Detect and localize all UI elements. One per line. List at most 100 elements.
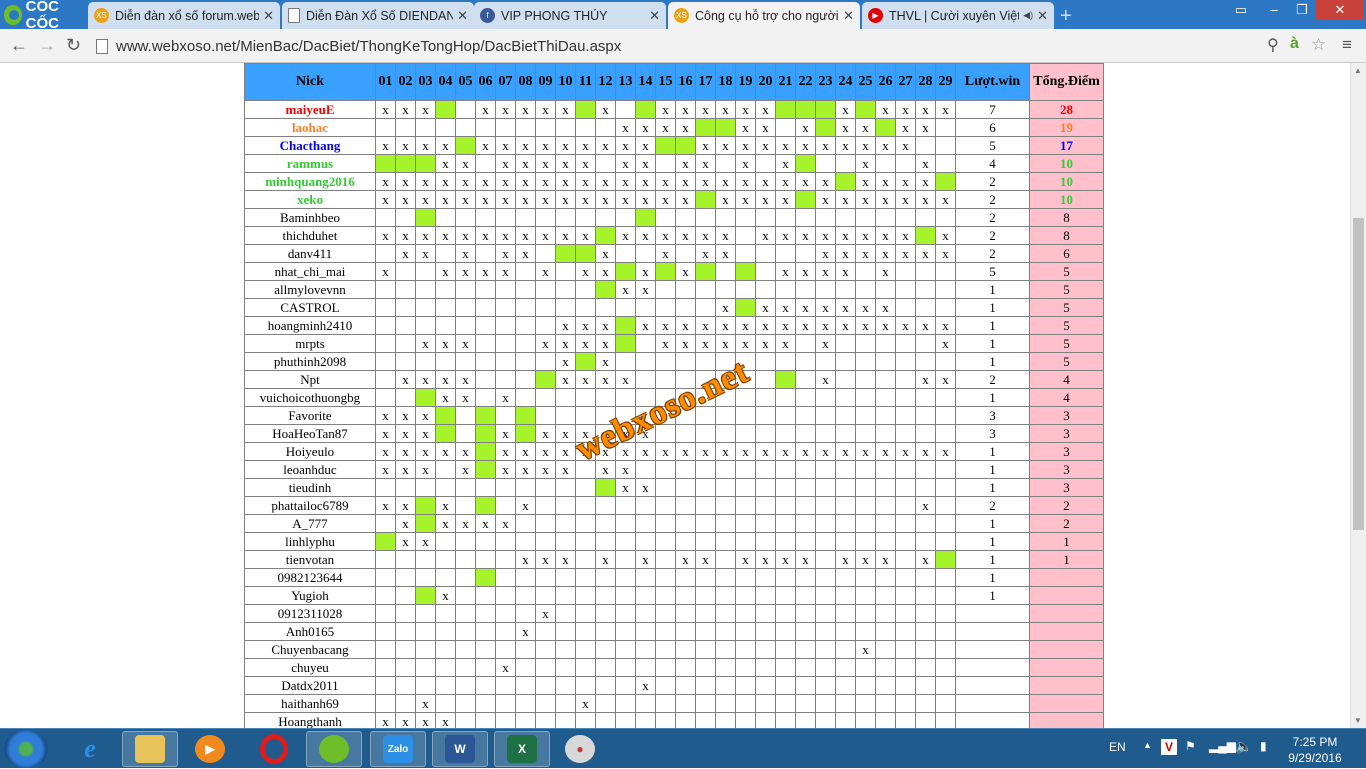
tab-close-icon[interactable]: ✕: [843, 8, 854, 24]
clock[interactable]: 7:25 PM 9/29/2016: [1280, 734, 1350, 766]
empty-cell: [895, 496, 916, 515]
tab-close-icon[interactable]: ✕: [1037, 8, 1048, 24]
empty-cell: [415, 568, 436, 587]
forward-icon[interactable]: →: [38, 35, 56, 56]
empty-cell: [855, 370, 876, 389]
empty-cell: [795, 694, 816, 713]
show-hidden-icons-icon[interactable]: ▲: [1143, 740, 1152, 750]
empty-cell: [535, 622, 556, 641]
empty-cell: [715, 208, 736, 227]
empty-cell: [715, 694, 736, 713]
empty-cell: [635, 496, 656, 515]
empty-cell: [575, 388, 596, 407]
network-signal-icon[interactable]: ▂▄▆: [1209, 739, 1236, 753]
explorer-taskbar-item[interactable]: [122, 731, 178, 767]
account-icon[interactable]: ▭: [1228, 0, 1254, 20]
pick-cell: x: [735, 334, 756, 353]
empty-cell: [515, 712, 536, 728]
new-tab-button[interactable]: +: [1060, 5, 1072, 28]
empty-cell: [835, 478, 856, 497]
empty-cell: [875, 334, 896, 353]
empty-cell: [375, 622, 396, 641]
pick-cell: x: [435, 190, 456, 209]
table-row: chuyeu x: [244, 658, 1104, 677]
pick-cell: x: [675, 190, 696, 209]
empty-cell: [755, 586, 776, 605]
empty-cell: [475, 208, 496, 227]
pick-cell: x: [915, 244, 936, 263]
browser-tab[interactable]: f VIP PHONG THỦY ✕: [474, 2, 666, 29]
pick-cell: x: [575, 316, 596, 335]
start-button[interactable]: [4, 730, 48, 768]
tab-close-icon[interactable]: ✕: [263, 8, 274, 24]
translate-icon[interactable]: à: [1290, 35, 1299, 53]
word-taskbar-item[interactable]: W: [432, 731, 488, 767]
points-cell: 28: [1029, 100, 1104, 119]
pick-cell: x: [575, 694, 596, 713]
bookmark-star-icon[interactable]: ☆: [1311, 35, 1326, 55]
browser-tab[interactable]: Diễn Đàn Xổ Số DIENDAN ✕: [282, 2, 474, 29]
hit-cell: [695, 190, 716, 209]
empty-cell: [895, 424, 916, 443]
coccoc-taskbar-item[interactable]: [306, 731, 362, 767]
reload-icon[interactable]: ↻: [66, 35, 81, 56]
url-field[interactable]: www.webxoso.net/MienBac/DacBiet/ThongKeT…: [96, 33, 1336, 59]
close-button[interactable]: ✕: [1316, 0, 1364, 20]
tab-audio-icon[interactable]: ◀): [1023, 10, 1033, 21]
back-icon[interactable]: ←: [10, 35, 28, 56]
menu-icon[interactable]: ≡: [1342, 35, 1352, 55]
empty-cell: [935, 262, 956, 281]
header-points: Tổng.Điểm: [1029, 63, 1104, 101]
maximize-button[interactable]: ❐: [1288, 0, 1316, 20]
empty-cell: [655, 622, 676, 641]
nick-cell: Chacthang: [244, 136, 376, 155]
hit-cell: [435, 424, 456, 443]
header-day: 03: [415, 63, 436, 101]
pick-cell: x: [575, 262, 596, 281]
pick-cell: x: [675, 154, 696, 173]
tab-close-icon[interactable]: ✕: [457, 8, 468, 24]
empty-cell: [455, 712, 476, 728]
scroll-up-icon[interactable]: ▲: [1354, 66, 1362, 75]
vietkey-icon[interactable]: V: [1161, 739, 1177, 755]
header-wins: Lượt.win: [955, 63, 1030, 101]
coccoc-logo[interactable]: CỐC CỐC: [0, 0, 88, 32]
pick-cell: x: [475, 514, 496, 533]
battery-icon[interactable]: ▮: [1260, 739, 1267, 753]
empty-cell: [415, 676, 436, 695]
empty-cell: [835, 154, 856, 173]
action-center-flag-icon[interactable]: ⚑: [1185, 739, 1196, 753]
empty-cell: [455, 568, 476, 587]
opera-taskbar-item[interactable]: [246, 731, 302, 767]
empty-cell: [875, 208, 896, 227]
empty-cell: [415, 604, 436, 623]
media-taskbar-item[interactable]: ▶: [182, 731, 238, 767]
language-indicator[interactable]: EN: [1109, 740, 1126, 754]
empty-cell: [475, 604, 496, 623]
pick-cell: x: [435, 334, 456, 353]
tab-close-icon[interactable]: ✕: [649, 8, 660, 24]
paint-taskbar-item[interactable]: ●: [552, 731, 608, 767]
empty-cell: [495, 676, 516, 695]
minimize-button[interactable]: –: [1260, 0, 1288, 20]
pick-cell: x: [915, 172, 936, 191]
pick-cell: x: [695, 172, 716, 191]
nick-cell: leoanhduc: [244, 460, 376, 479]
browser-tab[interactable]: XS Diễn đàn xổ số forum.web ✕: [88, 2, 280, 29]
zoom-icon[interactable]: ⚲: [1267, 35, 1279, 55]
excel-taskbar-item[interactable]: X: [494, 731, 550, 767]
empty-cell: [395, 280, 416, 299]
browser-tab[interactable]: ▶ THVL | Cười xuyên Việt ◀) ✕: [862, 2, 1054, 29]
empty-cell: [455, 298, 476, 317]
volume-icon[interactable]: 🔈: [1235, 738, 1252, 755]
empty-cell: [735, 568, 756, 587]
pick-cell: x: [515, 136, 536, 155]
ie-taskbar-item[interactable]: e: [62, 731, 118, 767]
pick-cell: x: [815, 334, 836, 353]
scroll-thumb[interactable]: [1353, 218, 1364, 530]
scroll-down-icon[interactable]: ▼: [1354, 716, 1362, 725]
browser-tab[interactable]: XS Công cụ hỗ trợ cho người ✕: [668, 2, 860, 29]
zalo-taskbar-item[interactable]: Zalo: [370, 731, 426, 767]
vertical-scrollbar[interactable]: ▲ ▼: [1350, 63, 1366, 728]
empty-cell: [615, 676, 636, 695]
